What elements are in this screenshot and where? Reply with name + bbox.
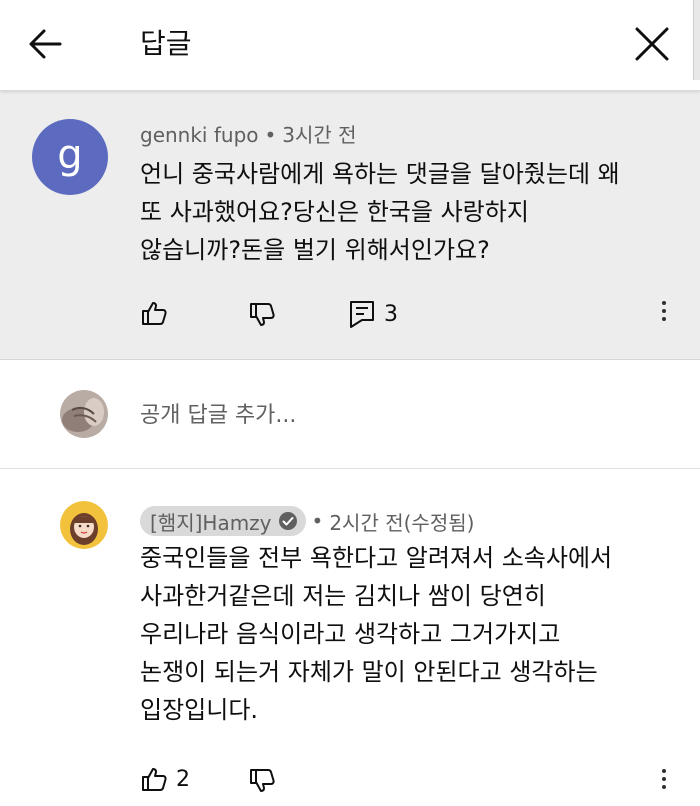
dislike-button[interactable] bbox=[248, 301, 276, 329]
add-reply-section: 공개 답글 추가... bbox=[0, 360, 700, 469]
comment-line: 언니 중국사람에게 욕하는 댓글을 달아줬는데 왜 bbox=[140, 160, 620, 188]
verified-icon bbox=[278, 512, 297, 530]
reply-comment: [햄지]Hamzy • 2시간 전(수정됨) 중국인들을 전부 욕한다고 알려져… bbox=[0, 469, 700, 806]
replies-button[interactable]: 3 bbox=[348, 299, 398, 329]
like-button[interactable]: 2 bbox=[140, 765, 190, 793]
reply-line: 사과한거같은데 저는 김치나 쌈이 당연히 bbox=[140, 582, 546, 610]
reply-line: 우리나라 음식이라고 생각하고 그거가지고 bbox=[140, 620, 561, 648]
reply-input[interactable]: 공개 답글 추가... bbox=[140, 396, 640, 436]
arrow-back-icon bbox=[29, 29, 62, 59]
comment-text: 언니 중국사람에게 욕하는 댓글을 달아줬는데 왜 또 사과했어요?당신은 한국… bbox=[140, 155, 680, 269]
more-options-button[interactable] bbox=[654, 765, 674, 799]
more-vert-icon bbox=[654, 769, 674, 789]
thumbs-up-icon bbox=[142, 768, 167, 791]
comment-author[interactable]: gennki fupo bbox=[140, 123, 259, 147]
reply-count: 3 bbox=[384, 301, 398, 327]
scroll-edge bbox=[693, 0, 700, 80]
comment-line: 또 사과했어요?당신은 한국을 사랑하지 bbox=[140, 198, 529, 226]
reply-line: 입장입니다. bbox=[140, 696, 259, 724]
meta-separator: • bbox=[311, 509, 324, 533]
more-vert-icon bbox=[654, 301, 674, 321]
meta-separator: • bbox=[264, 123, 277, 147]
thumbs-down-icon bbox=[250, 303, 275, 326]
app-header: 답글 bbox=[0, 0, 700, 91]
thumbs-up-icon bbox=[142, 302, 167, 325]
thumbs-down-icon bbox=[250, 769, 275, 792]
parent-comment: g gennki fupo • 3시간 전 언니 중국사람에게 욕하는 댓글을 달아… bbox=[0, 91, 700, 360]
comment-line: 않습니까?돈을 벌기 위해서인가요? bbox=[140, 236, 490, 264]
back-button[interactable] bbox=[24, 22, 68, 66]
reply-text: 중국인들을 전부 욕한다고 알려져서 소속사에서 사과한거같은데 저는 김치나 … bbox=[140, 539, 680, 729]
author-chip[interactable]: [햄지]Hamzy bbox=[140, 506, 306, 536]
avatar[interactable] bbox=[60, 390, 108, 438]
reply-line: 논쟁이 되는거 자체가 말이 안된다고 생각하는 bbox=[140, 658, 598, 686]
reply-author: [햄지]Hamzy bbox=[150, 510, 272, 535]
page-title: 답글 bbox=[140, 27, 192, 60]
reply-meta: [햄지]Hamzy • 2시간 전(수정됨) bbox=[140, 505, 474, 537]
dislike-button[interactable] bbox=[248, 767, 276, 795]
avatar[interactable]: g bbox=[32, 119, 108, 195]
like-button[interactable] bbox=[140, 299, 168, 327]
reply-line: 중국인들을 전부 욕한다고 알려져서 소속사에서 bbox=[140, 544, 613, 572]
more-options-button[interactable] bbox=[654, 297, 674, 331]
comment-time: 3시간 전 bbox=[282, 123, 357, 147]
user-avatar-image bbox=[60, 390, 108, 438]
like-count: 2 bbox=[176, 766, 190, 792]
close-icon bbox=[635, 27, 669, 61]
close-button[interactable] bbox=[630, 22, 674, 66]
reply-icon bbox=[350, 301, 374, 328]
reply-time: 2시간 전(수정됨) bbox=[329, 510, 475, 535]
avatar[interactable] bbox=[60, 501, 108, 549]
comment-meta: gennki fupo • 3시간 전 bbox=[140, 121, 357, 149]
hamzy-avatar-image bbox=[60, 501, 108, 549]
